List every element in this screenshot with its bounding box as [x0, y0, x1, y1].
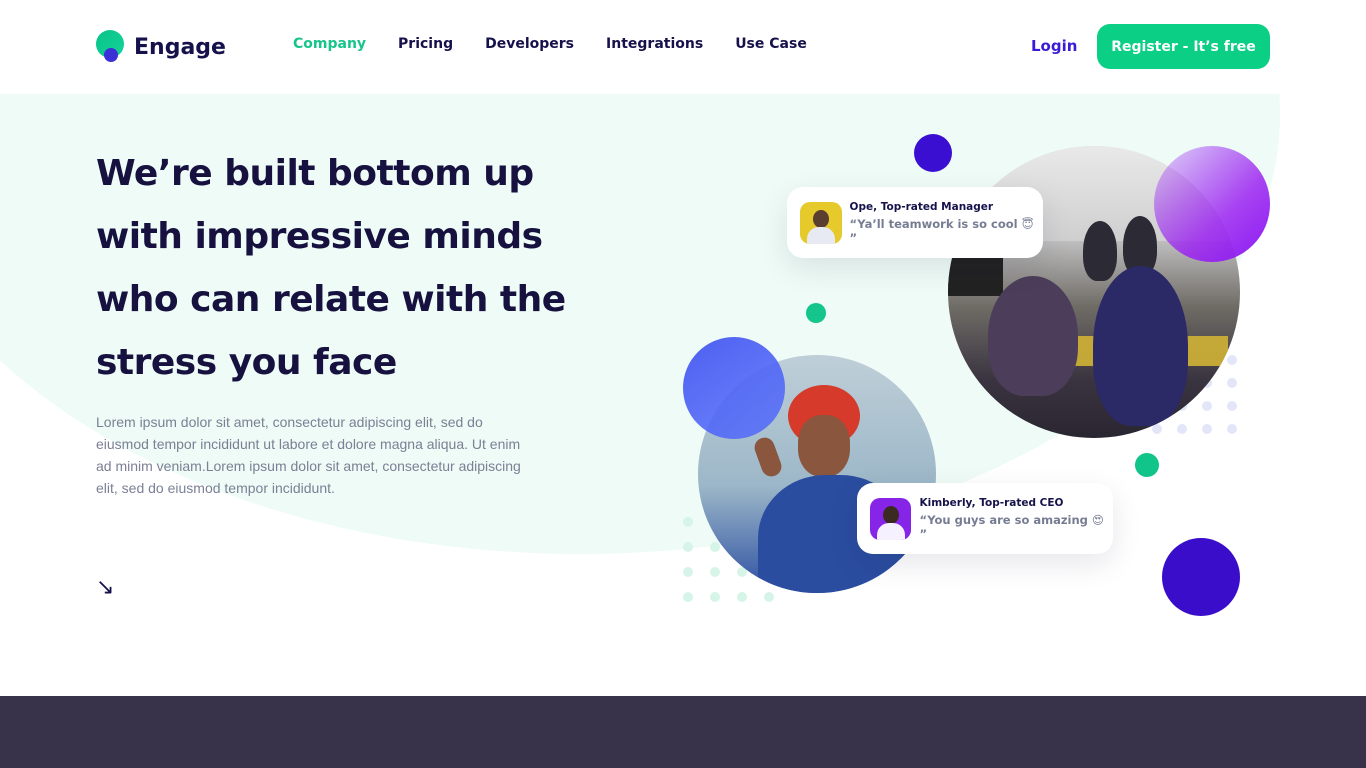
decorative-dot	[914, 134, 952, 172]
register-button[interactable]: Register - It’s free	[1097, 24, 1270, 69]
top-navigation: Engage Company Pricing Developers Integr…	[0, 0, 1366, 94]
decorative-blue-circle	[683, 337, 785, 439]
nav-developers[interactable]: Developers	[485, 36, 574, 52]
brand-name: Engage	[134, 34, 226, 60]
testimonial-quote: “Ya’ll teamwork is so cool 😇 ”	[849, 216, 1034, 245]
dark-section-band	[0, 696, 1366, 768]
nav-integrations[interactable]: Integrations	[606, 36, 703, 52]
decorative-gradient-circle	[1154, 146, 1270, 262]
arrow-down-right-icon[interactable]: ↘	[96, 575, 114, 600]
avatar	[800, 201, 842, 244]
brand-logo[interactable]: Engage	[96, 30, 226, 64]
testimonial-quote: “You guys are so amazing 😍 ”	[919, 512, 1104, 541]
main-menu: Company Pricing Developers Integrations …	[293, 36, 807, 52]
hero-headline: We’re built bottom up with impressive mi…	[96, 153, 566, 383]
testimonial-card-kimberly: Kimberly, Top-rated CEO “You guys are so…	[857, 483, 1113, 554]
avatar	[870, 497, 912, 540]
decorative-dot	[806, 303, 826, 323]
login-link[interactable]: Login	[1031, 37, 1077, 55]
testimonial-name: Kimberly, Top-rated CEO	[919, 496, 1064, 509]
decorative-dot	[1135, 453, 1159, 477]
decorative-purple-circle	[1162, 538, 1240, 616]
testimonial-card-ope: Ope, Top-rated Manager “Ya’ll teamwork i…	[787, 187, 1043, 258]
nav-pricing[interactable]: Pricing	[398, 36, 453, 52]
engage-logo-icon	[96, 30, 126, 64]
nav-use-case[interactable]: Use Case	[735, 36, 807, 52]
nav-company[interactable]: Company	[293, 36, 366, 52]
testimonial-name: Ope, Top-rated Manager	[849, 200, 994, 213]
hero-paragraph: Lorem ipsum dolor sit amet, consectetur …	[96, 414, 521, 496]
